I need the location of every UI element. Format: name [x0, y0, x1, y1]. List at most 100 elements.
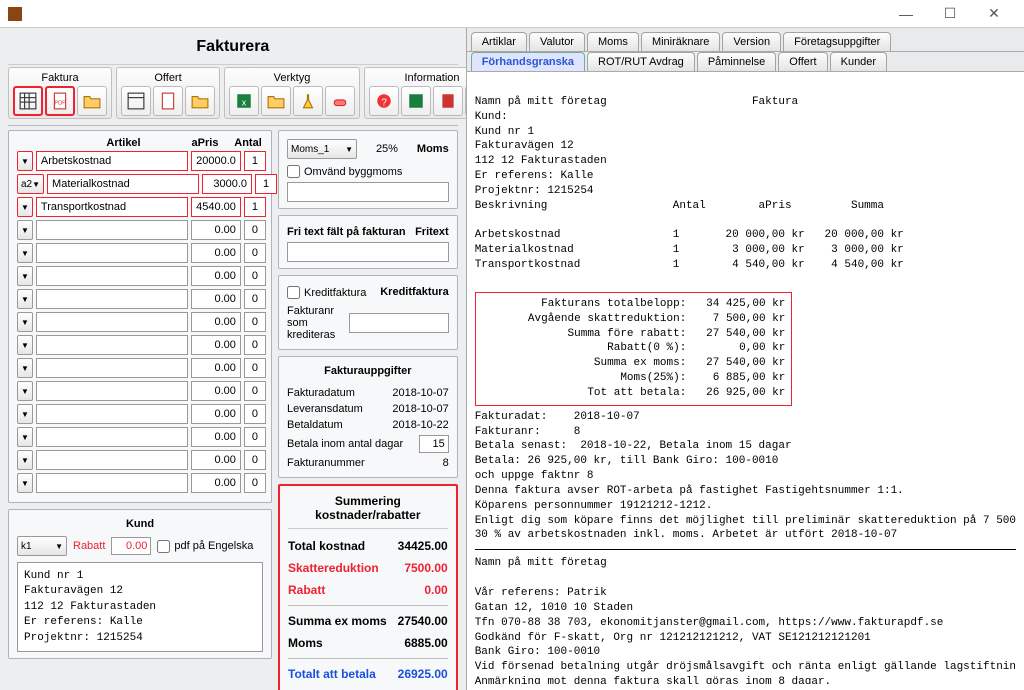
article-qty-input[interactable] — [244, 197, 266, 217]
article-name-input[interactable] — [36, 243, 188, 263]
tab-f-retagsuppgifter[interactable]: Företagsuppgifter — [783, 32, 891, 51]
article-name-input[interactable] — [47, 174, 199, 194]
article-name-input[interactable] — [36, 197, 188, 217]
tab-kunder[interactable]: Kunder — [830, 52, 887, 71]
article-price-input[interactable] — [191, 197, 241, 217]
article-price-input[interactable] — [202, 174, 252, 194]
article-code-dropdown[interactable]: ▼ — [17, 312, 33, 332]
article-qty-input[interactable] — [244, 427, 266, 447]
article-code-dropdown[interactable]: ▼ — [17, 197, 33, 217]
col-article: Artikel — [70, 137, 177, 149]
fritext-input[interactable] — [287, 242, 449, 262]
article-name-input[interactable] — [36, 427, 188, 447]
article-name-input[interactable] — [36, 473, 188, 493]
faktura-open-button[interactable] — [77, 86, 107, 116]
kredit-checkbox[interactable]: Kreditfaktura — [287, 286, 366, 299]
article-price-input[interactable] — [191, 358, 241, 378]
verktyg-excel-button[interactable]: x — [229, 86, 259, 116]
article-name-input[interactable] — [36, 450, 188, 470]
article-qty-input[interactable] — [244, 266, 266, 286]
article-code-dropdown[interactable]: ▼ — [17, 427, 33, 447]
article-qty-input[interactable] — [244, 151, 266, 171]
article-price-input[interactable] — [191, 381, 241, 401]
article-name-input[interactable] — [36, 404, 188, 424]
info-excel-button[interactable] — [401, 86, 431, 116]
tab-moms[interactable]: Moms — [587, 32, 639, 51]
info-help-button[interactable]: ? — [369, 86, 399, 116]
verktyg-clean-button[interactable] — [293, 86, 323, 116]
offert-grid-button[interactable] — [121, 86, 151, 116]
tab-f-rhandsgranska[interactable]: Förhandsgranska — [471, 52, 585, 71]
pdf-english-checkbox[interactable]: pdf på Engelska — [157, 540, 253, 553]
article-code-dropdown[interactable]: ▼ — [17, 289, 33, 309]
verktyg-erase-button[interactable] — [325, 86, 355, 116]
article-qty-input[interactable] — [244, 312, 266, 332]
close-button[interactable]: ✕ — [972, 0, 1016, 28]
article-qty-input[interactable] — [244, 473, 266, 493]
dagar-label: Betala inom antal dagar — [287, 438, 403, 450]
faktura-pdf-button[interactable]: PDF — [45, 86, 75, 116]
tab-p-minnelse[interactable]: Påminnelse — [697, 52, 776, 71]
moms-text-input[interactable] — [287, 182, 449, 202]
rabatt-input[interactable] — [111, 537, 151, 555]
offert-pdf-button[interactable] — [153, 86, 183, 116]
article-price-input[interactable] — [191, 266, 241, 286]
moms-dropdown[interactable]: Moms_1▼ — [287, 139, 357, 159]
article-price-input[interactable] — [191, 312, 241, 332]
article-name-input[interactable] — [36, 289, 188, 309]
tab-minir-knare[interactable]: Miniräknare — [641, 32, 720, 51]
article-code-dropdown[interactable]: ▼ — [17, 266, 33, 286]
minimize-button[interactable]: — — [884, 0, 928, 28]
tab-valutor[interactable]: Valutor — [529, 32, 585, 51]
article-qty-input[interactable] — [255, 174, 277, 194]
kredit-ref-input[interactable] — [349, 313, 449, 333]
kund-dropdown[interactable]: k1▼ — [17, 536, 67, 556]
article-name-input[interactable] — [36, 220, 188, 240]
article-code-dropdown[interactable]: ▼ — [17, 404, 33, 424]
article-name-input[interactable] — [36, 381, 188, 401]
article-price-input[interactable] — [191, 289, 241, 309]
article-qty-input[interactable] — [244, 404, 266, 424]
article-qty-input[interactable] — [244, 335, 266, 355]
article-price-input[interactable] — [191, 220, 241, 240]
article-name-input[interactable] — [36, 266, 188, 286]
info-book-button[interactable] — [433, 86, 463, 116]
article-code-dropdown[interactable]: a2▼ — [17, 174, 44, 194]
article-code-dropdown[interactable]: ▼ — [17, 243, 33, 263]
tab-rot-rut-avdrag[interactable]: ROT/RUT Avdrag — [587, 52, 695, 71]
article-qty-input[interactable] — [244, 220, 266, 240]
article-price-input[interactable] — [191, 473, 241, 493]
article-price-input[interactable] — [191, 335, 241, 355]
article-name-input[interactable] — [36, 151, 188, 171]
maximize-button[interactable]: ☐ — [928, 0, 972, 28]
article-code-dropdown[interactable]: ▼ — [17, 335, 33, 355]
article-price-input[interactable] — [191, 243, 241, 263]
article-price-input[interactable] — [191, 427, 241, 447]
offert-open-button[interactable] — [185, 86, 215, 116]
reverse-vat-checkbox[interactable]: Omvänd byggmoms — [287, 161, 449, 182]
tab-artiklar[interactable]: Artiklar — [471, 32, 527, 51]
article-qty-input[interactable] — [244, 381, 266, 401]
tab-version[interactable]: Version — [722, 32, 781, 51]
faktura-grid-button[interactable] — [13, 86, 43, 116]
article-price-input[interactable] — [191, 151, 241, 171]
article-name-input[interactable] — [36, 335, 188, 355]
article-qty-input[interactable] — [244, 450, 266, 470]
article-qty-input[interactable] — [244, 243, 266, 263]
article-name-input[interactable] — [36, 312, 188, 332]
dagar-input[interactable] — [419, 435, 449, 453]
article-code-dropdown[interactable]: ▼ — [17, 358, 33, 378]
verktyg-open-button[interactable] — [261, 86, 291, 116]
article-code-dropdown[interactable]: ▼ — [17, 473, 33, 493]
article-code-dropdown[interactable]: ▼ — [17, 381, 33, 401]
article-code-dropdown[interactable]: ▼ — [17, 151, 33, 171]
tab-offert[interactable]: Offert — [778, 52, 827, 71]
article-qty-input[interactable] — [244, 358, 266, 378]
article-code-dropdown[interactable]: ▼ — [17, 450, 33, 470]
moms-sum-label: Moms — [288, 636, 323, 650]
article-name-input[interactable] — [36, 358, 188, 378]
article-price-input[interactable] — [191, 404, 241, 424]
article-price-input[interactable] — [191, 450, 241, 470]
article-code-dropdown[interactable]: ▼ — [17, 220, 33, 240]
article-qty-input[interactable] — [244, 289, 266, 309]
